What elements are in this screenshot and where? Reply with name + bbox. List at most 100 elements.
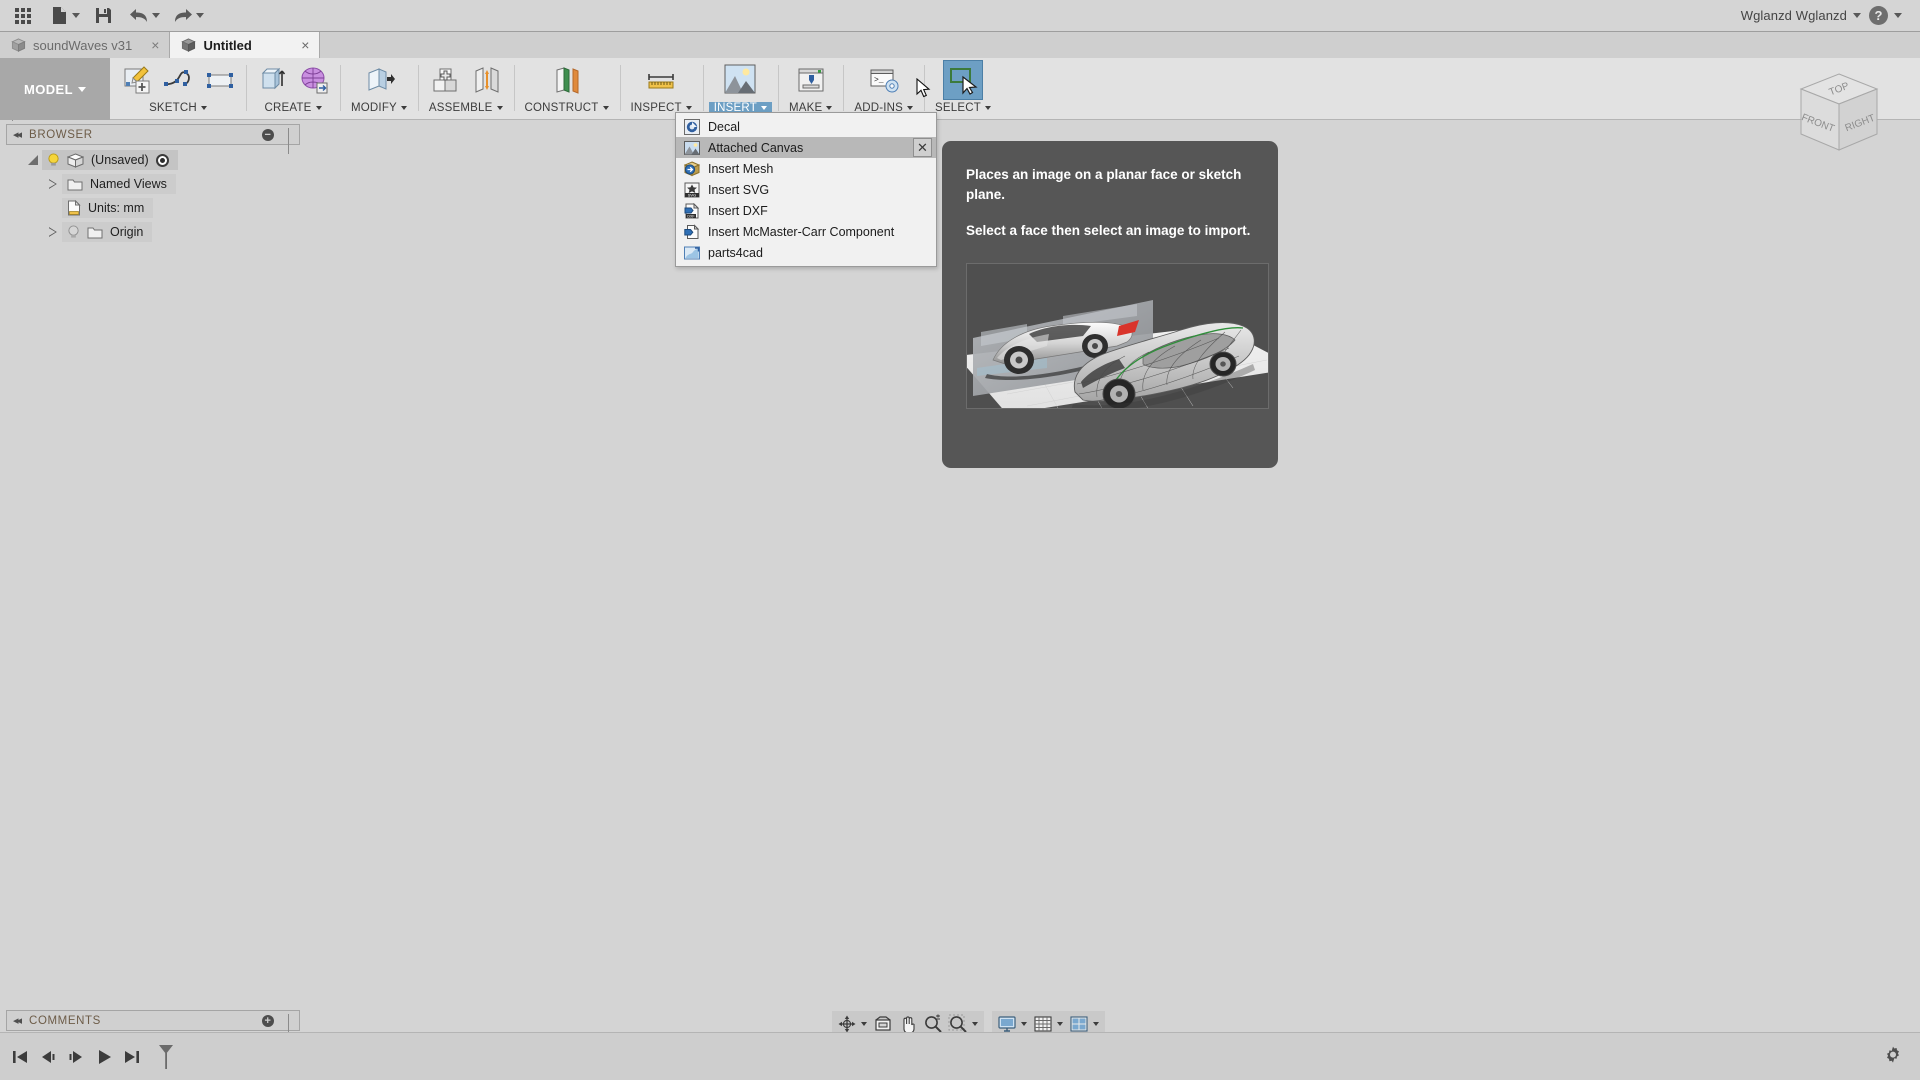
document-tab-untitled[interactable]: Untitled ×: [170, 32, 321, 58]
document-tab-soundwaves[interactable]: soundWaves v31 ×: [0, 32, 171, 58]
app-grid-button[interactable]: [6, 1, 40, 30]
tree-node-units[interactable]: Units: mm: [6, 196, 300, 220]
add-comment-icon[interactable]: +: [262, 1014, 274, 1027]
chevron-down-icon[interactable]: [196, 13, 204, 18]
component-cube-icon: [67, 152, 84, 168]
tree-node-chip[interactable]: (Unsaved): [42, 150, 178, 170]
script-addin-icon[interactable]: >_: [864, 60, 904, 100]
tree-node-origin[interactable]: Origin: [6, 220, 300, 244]
create-sketch-icon[interactable]: [116, 60, 156, 100]
attached-canvas-icon: [684, 140, 700, 155]
document-tab-strip: soundWaves v31 × Untitled ×: [0, 31, 1920, 58]
timeline-step-back[interactable]: [34, 1042, 62, 1072]
panel-resize-grip[interactable]: [288, 1014, 293, 1040]
timeline-step-forward[interactable]: [62, 1042, 90, 1072]
chevron-down-icon[interactable]: [72, 13, 80, 18]
insert-image-icon[interactable]: [720, 60, 760, 100]
tooltip-line-2: Select a face then select an image to im…: [966, 223, 1251, 239]
extrude-icon[interactable]: [252, 60, 292, 100]
tree-node-label: Origin: [110, 225, 144, 239]
ribbon-groups: SKETCH CREATE MODIFY ASSEMBLE CONSTRUCT …: [110, 58, 1002, 120]
undo-button[interactable]: [122, 1, 164, 30]
offset-plane-icon[interactable]: [547, 60, 587, 100]
tree-node-named-views[interactable]: Named Views: [6, 172, 300, 196]
ribbon-label-sketch[interactable]: SKETCH: [144, 102, 212, 116]
folder-icon: [87, 227, 103, 239]
ribbon-label-modify[interactable]: MODIFY: [346, 102, 412, 116]
tree-node-chip[interactable]: Named Views: [62, 174, 176, 194]
undo-arrow-icon[interactable]: [122, 1, 156, 30]
svg-text:SVG: SVG: [688, 192, 696, 197]
spline-icon[interactable]: [158, 60, 198, 100]
measure-ruler-icon[interactable]: [641, 60, 681, 100]
ribbon-label-assemble[interactable]: ASSEMBLE: [424, 102, 508, 116]
close-icon[interactable]: ✕: [913, 138, 932, 157]
joint-icon[interactable]: [467, 60, 507, 100]
twisty-collapsed-icon[interactable]: [44, 227, 62, 237]
timeline-marker[interactable]: [152, 1042, 180, 1072]
file-icon[interactable]: [42, 1, 76, 30]
chevron-down-icon[interactable]: [861, 1022, 867, 1026]
close-icon[interactable]: ×: [289, 37, 309, 53]
chevron-down-icon[interactable]: [1021, 1022, 1027, 1026]
menu-item-parts4cad[interactable]: parts4cad: [676, 242, 936, 263]
rectangle-icon[interactable]: [200, 60, 240, 100]
view-cube[interactable]: TOP FRONT RIGHT: [1780, 58, 1898, 168]
user-name-label[interactable]: Wglanzd Wglanzd: [1741, 8, 1847, 23]
chevron-down-icon: [685, 106, 692, 110]
select-cursor-icon[interactable]: [943, 60, 984, 100]
collapse-icon[interactable]: ◂◂: [13, 1014, 22, 1027]
redo-arrow-icon[interactable]: [166, 1, 200, 30]
twisty-collapsed-icon[interactable]: [44, 179, 62, 189]
collapse-icon[interactable]: ◂◂: [13, 128, 22, 141]
timeline-play[interactable]: [90, 1042, 118, 1072]
menu-item-attached-canvas[interactable]: Attached Canvas ✕: [676, 137, 936, 158]
chevron-down-icon[interactable]: [972, 1022, 978, 1026]
timeline-jump-start[interactable]: [6, 1042, 34, 1072]
workspace-switcher[interactable]: MODEL: [0, 58, 110, 120]
chevron-down-icon: [602, 106, 609, 110]
tooltip-line-1: Places an image on a planar face or sket…: [966, 167, 1242, 202]
menu-item-insert-mesh[interactable]: Insert Mesh: [676, 158, 936, 179]
save-button[interactable]: [86, 1, 120, 30]
browser-title: BROWSER: [29, 128, 93, 141]
tree-node-chip[interactable]: Units: mm: [62, 198, 154, 218]
insert-dropdown-menu[interactable]: Decal Attached Canvas ✕ Insert Mesh SVG …: [675, 112, 937, 267]
chevron-down-icon[interactable]: [1894, 13, 1902, 18]
menu-item-insert-svg[interactable]: SVG Insert SVG: [676, 179, 936, 200]
ribbon-group-make: MAKE: [777, 58, 843, 120]
comments-panel-header[interactable]: ◂◂ COMMENTS +: [6, 1010, 300, 1040]
menu-item-decal[interactable]: Decal: [676, 116, 936, 137]
chevron-down-icon[interactable]: [152, 13, 160, 18]
chevron-down-icon[interactable]: [1853, 13, 1861, 18]
tree-node-unsaved[interactable]: (Unsaved): [6, 148, 300, 172]
ribbon-label-construct[interactable]: CONSTRUCT: [520, 102, 614, 116]
redo-button[interactable]: [166, 1, 208, 30]
3d-print-icon[interactable]: [791, 60, 831, 100]
ribbon-label-create[interactable]: CREATE: [260, 102, 327, 116]
twisty-expanded-icon[interactable]: [24, 155, 42, 165]
settings-button[interactable]: [1880, 1042, 1906, 1068]
menu-item-insert-dxf[interactable]: DXF Insert DXF: [676, 200, 936, 221]
timeline-jump-end[interactable]: [118, 1042, 146, 1072]
ribbon-label-select[interactable]: SELECT: [930, 102, 996, 116]
help-button[interactable]: ?: [1869, 6, 1888, 25]
menu-item-insert-mcmaster[interactable]: Insert McMaster-Carr Component: [676, 221, 936, 242]
tree-node-chip[interactable]: Origin: [62, 222, 153, 242]
chevron-down-icon[interactable]: [1093, 1022, 1099, 1026]
close-icon[interactable]: ×: [139, 37, 159, 53]
activate-radio-icon[interactable]: [155, 153, 169, 167]
chevron-down-icon[interactable]: [1057, 1022, 1063, 1026]
lightbulb-on-icon[interactable]: [47, 153, 60, 167]
press-pull-icon[interactable]: [359, 60, 399, 100]
create-form-icon[interactable]: [294, 60, 334, 100]
panel-resize-grip[interactable]: [288, 128, 293, 154]
play-icon: [99, 1049, 111, 1064]
file-menu-button[interactable]: [42, 1, 84, 30]
attached-canvas-preview-car-sketch: [966, 262, 1269, 409]
new-component-icon[interactable]: [425, 60, 465, 100]
browser-minimize-icon[interactable]: −: [262, 128, 274, 141]
insert-svg-icon: SVG: [684, 182, 700, 197]
browser-panel-header[interactable]: ◂◂ BROWSER −: [6, 124, 300, 154]
lightbulb-off-icon[interactable]: [67, 225, 80, 239]
